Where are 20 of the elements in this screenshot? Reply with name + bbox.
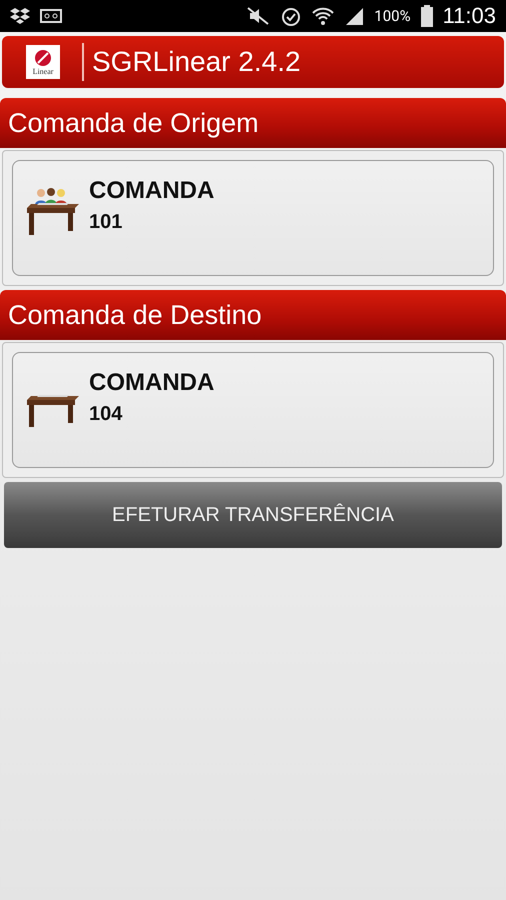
comanda-number: 101 bbox=[89, 211, 124, 234]
signal-icon bbox=[344, 6, 364, 26]
app-title: SGRLinear 2.4.2 bbox=[92, 46, 301, 78]
app-logo: Linear bbox=[26, 45, 60, 79]
voicemail-icon bbox=[40, 9, 62, 23]
section-header: Comanda de Destino bbox=[0, 290, 506, 340]
clock-time: 11:03 bbox=[442, 3, 496, 29]
mute-icon bbox=[246, 6, 270, 26]
wifi-icon bbox=[312, 6, 334, 26]
comanda-item[interactable]: COMANDA 104 bbox=[12, 352, 494, 468]
dropbox-icon bbox=[10, 7, 30, 25]
section-header: Comanda de Origem bbox=[0, 98, 506, 148]
battery-icon bbox=[420, 5, 433, 27]
battery-percent: 100% bbox=[374, 7, 411, 25]
alarm-icon bbox=[280, 5, 302, 27]
comanda-label: COMANDA bbox=[89, 177, 214, 205]
comanda-number: 104 bbox=[89, 403, 124, 426]
comanda-label: COMANDA bbox=[89, 369, 214, 397]
comanda-item[interactable]: COMANDA 101 bbox=[12, 160, 494, 276]
transfer-button[interactable]: EFETURAR TRANSFERÊNCIA bbox=[4, 482, 502, 548]
